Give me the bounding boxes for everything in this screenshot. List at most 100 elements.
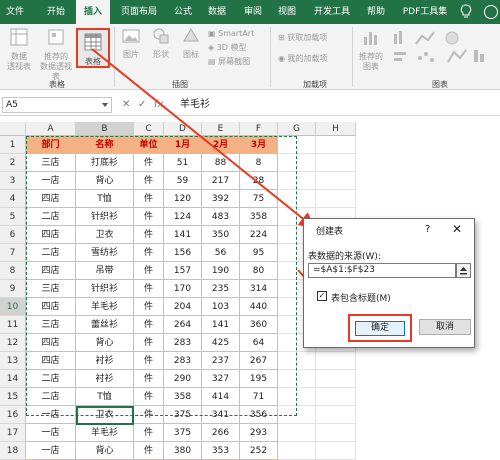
table-cell[interactable]: 267 [240, 352, 278, 370]
column-header[interactable]: H [316, 122, 356, 136]
table-cell[interactable]: 件 [134, 442, 164, 460]
table-cell[interactable]: 217 [202, 172, 240, 190]
tab-page-layout[interactable]: 页面布局 [114, 0, 164, 24]
table-cell[interactable]: 380 [164, 442, 202, 460]
has-headers-checkbox[interactable]: ✓ [317, 291, 327, 301]
table-cell[interactable]: 衬衫 [76, 370, 134, 388]
table-cell[interactable]: 124 [164, 208, 202, 226]
range-input[interactable]: =$A$1:$F$23 [308, 263, 456, 278]
tab-view[interactable]: 视图 [272, 0, 302, 24]
tab-home[interactable]: 开始 [38, 0, 74, 24]
table-cell[interactable]: 蕾丝衫 [76, 316, 134, 334]
table-cell[interactable]: 103 [202, 298, 240, 316]
table-cell[interactable]: 51 [164, 154, 202, 172]
row-header[interactable]: 11 [0, 316, 26, 334]
icons-button[interactable]: 图标 [178, 27, 204, 60]
table-cell[interactable]: 件 [134, 208, 164, 226]
table-cell[interactable]: 341 [202, 406, 240, 424]
table-cell[interactable]: 327 [202, 370, 240, 388]
table-cell[interactable]: 264 [164, 316, 202, 334]
table-cell[interactable]: 204 [164, 298, 202, 316]
formula-input[interactable]: 羊毛衫 [176, 97, 498, 113]
header-cell[interactable] [278, 136, 316, 154]
chevron-down-icon[interactable] [102, 103, 108, 107]
tab-developer[interactable]: 开发工具 [308, 0, 356, 24]
header-cell[interactable]: 单位 [134, 136, 164, 154]
help-button[interactable]: ? [425, 224, 430, 235]
table-cell[interactable]: 羊毛衫 [76, 298, 134, 316]
table-cell[interactable] [316, 406, 356, 424]
table-cell[interactable] [316, 424, 356, 442]
table-cell[interactable]: 120 [164, 190, 202, 208]
table-cell[interactable]: 360 [240, 316, 278, 334]
table-cell[interactable]: 件 [134, 388, 164, 406]
tab-file[interactable]: 文件 [0, 0, 30, 24]
table-cell[interactable]: 件 [134, 352, 164, 370]
table-cell[interactable]: 件 [134, 172, 164, 190]
table-cell[interactable]: 141 [202, 316, 240, 334]
table-cell[interactable]: 件 [134, 262, 164, 280]
row-header[interactable]: 2 [0, 154, 26, 172]
table-cell[interactable]: 四店 [26, 262, 76, 280]
table-cell[interactable]: 件 [134, 244, 164, 262]
tab-pdf-tools[interactable]: PDF工具集 [396, 0, 454, 24]
row-header[interactable]: 4 [0, 190, 26, 208]
table-cell[interactable]: 件 [134, 298, 164, 316]
name-box[interactable]: A5 [2, 97, 112, 113]
header-cell[interactable]: 3月 [240, 136, 278, 154]
recommended-pivot-button[interactable]: 推荐的 数据透视表 [38, 27, 74, 82]
row-header[interactable]: 14 [0, 370, 26, 388]
close-button[interactable]: ✕ [452, 222, 462, 236]
column-header[interactable]: C [134, 122, 164, 136]
table-button[interactable]: 表格 [76, 28, 110, 68]
table-cell[interactable]: 56 [202, 244, 240, 262]
table-cell[interactable]: 266 [202, 424, 240, 442]
row-header[interactable]: 12 [0, 334, 26, 352]
table-cell[interactable]: 件 [134, 406, 164, 424]
table-cell[interactable] [278, 154, 316, 172]
pictures-button[interactable]: 图片 [118, 27, 144, 60]
select-all-corner[interactable] [0, 122, 26, 136]
row-header[interactable]: 5 [0, 208, 26, 226]
table-cell[interactable]: 吊带 [76, 262, 134, 280]
cancel-icon[interactable]: ✕ [122, 99, 130, 110]
table-cell[interactable]: 237 [202, 352, 240, 370]
table-cell[interactable] [316, 442, 356, 460]
table-cell[interactable]: 件 [134, 334, 164, 352]
pivot-table-button[interactable]: 数据 透视表 [2, 27, 36, 72]
column-header[interactable]: B [76, 122, 134, 136]
table-cell[interactable]: 四店 [26, 226, 76, 244]
table-cell[interactable]: 283 [164, 352, 202, 370]
table-cell[interactable]: 羊毛衫 [76, 424, 134, 442]
table-cell[interactable]: 375 [164, 424, 202, 442]
table-cell[interactable]: 392 [202, 190, 240, 208]
table-cell[interactable] [278, 388, 316, 406]
3d-model-button[interactable]: ◈ 3D 模型 [208, 43, 247, 53]
table-cell[interactable]: 350 [202, 226, 240, 244]
table-cell[interactable]: 三店 [26, 280, 76, 298]
table-cell[interactable]: 二店 [26, 388, 76, 406]
table-cell[interactable]: 背心 [76, 172, 134, 190]
table-cell[interactable] [316, 352, 356, 370]
table-cell[interactable]: 件 [134, 316, 164, 334]
table-cell[interactable]: 8 [240, 154, 278, 172]
table-cell[interactable]: 375 [164, 406, 202, 424]
table-cell[interactable]: 二店 [26, 208, 76, 226]
table-cell[interactable]: 四店 [26, 334, 76, 352]
table-cell[interactable]: 件 [134, 154, 164, 172]
table-cell[interactable]: 一店 [26, 172, 76, 190]
enter-icon[interactable]: ✓ [138, 99, 146, 110]
ok-button[interactable]: 确定 [355, 321, 405, 336]
collapse-dialog-button[interactable] [456, 263, 471, 278]
table-cell[interactable]: 71 [240, 388, 278, 406]
table-cell[interactable] [278, 406, 316, 424]
get-addins-button[interactable]: ⊞ 获取加载项 [278, 33, 327, 43]
recommended-charts-button[interactable]: 推荐的 图表 [356, 27, 386, 72]
tab-insert[interactable]: 插入 [76, 0, 110, 24]
table-cell[interactable] [278, 424, 316, 442]
screenshot-button[interactable]: ▤ 屏幕截图 [208, 57, 250, 67]
column-header[interactable]: F [240, 122, 278, 136]
table-cell[interactable] [316, 190, 356, 208]
table-cell[interactable]: 425 [202, 334, 240, 352]
table-cell[interactable]: 一店 [26, 406, 76, 424]
